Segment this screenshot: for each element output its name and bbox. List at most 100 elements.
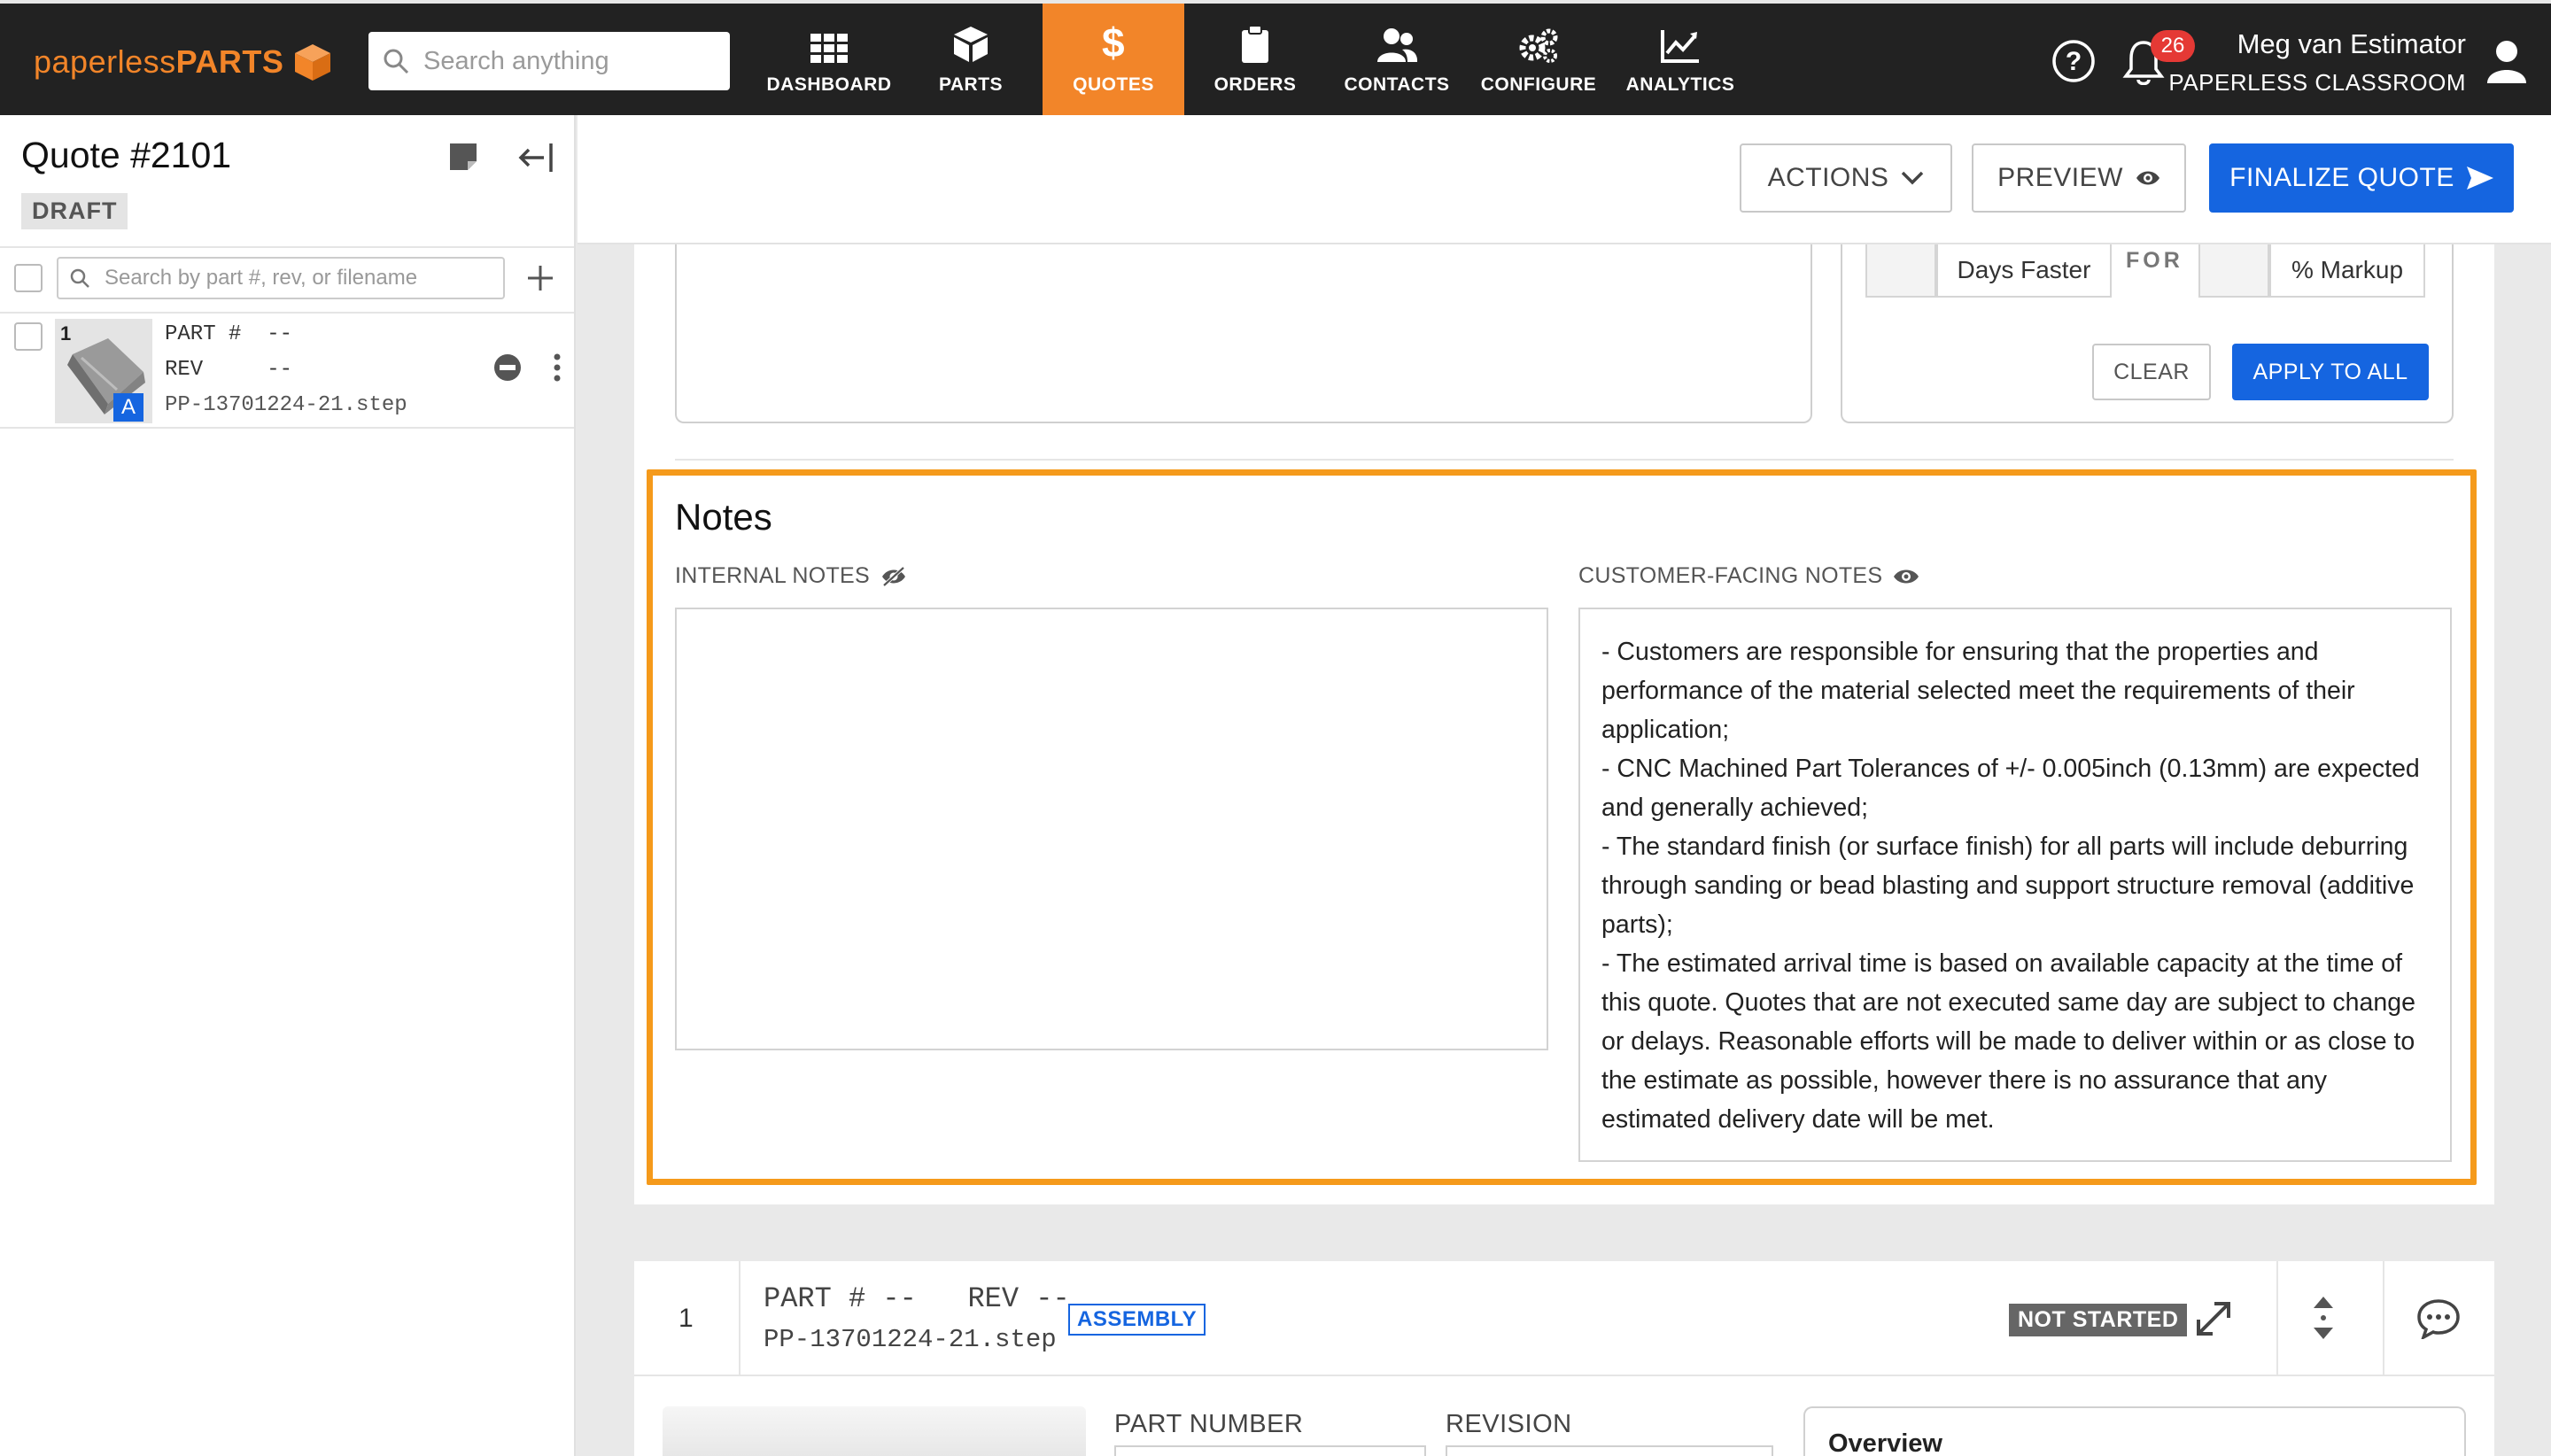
- user-organization: PAPERLESS CLASSROOM: [2168, 69, 2466, 96]
- for-label: FOR: [2126, 248, 2183, 273]
- part-card-rev-value: --: [1035, 1282, 1070, 1315]
- preview-button[interactable]: PREVIEW: [1972, 143, 2186, 213]
- preview-button-label: PREVIEW: [1997, 163, 2123, 192]
- part-number-field-label: PART NUMBER: [1114, 1410, 1304, 1438]
- clipboard-icon: [1242, 25, 1268, 63]
- logo-text: paperless: [34, 43, 176, 80]
- nav-analytics-label: ANALYTICS: [1625, 74, 1735, 95]
- nav-orders-label: ORDERS: [1213, 74, 1297, 95]
- finalize-quote-button[interactable]: FINALIZE QUOTE: [2209, 143, 2514, 213]
- customer-note-line: - The standard finish (or surface finish…: [1601, 833, 2415, 939]
- reorder-icon[interactable]: [2312, 1295, 2335, 1341]
- apply-to-all-button[interactable]: APPLY TO ALL: [2232, 344, 2429, 400]
- svg-text:$: $: [1102, 23, 1125, 64]
- global-search[interactable]: [368, 32, 730, 90]
- send-arrow-icon: [2466, 167, 2493, 190]
- part-search[interactable]: [57, 257, 505, 299]
- part-status-badge: NOT STARTED: [2009, 1304, 2188, 1336]
- collapse-sidebar-icon[interactable]: [517, 140, 554, 175]
- paperless-parts-logo[interactable]: paperless PARTS: [34, 39, 333, 85]
- user-name[interactable]: Meg van Estimator: [2237, 28, 2466, 60]
- add-part-icon[interactable]: [526, 264, 554, 292]
- days-faster-label: Days Faster: [1936, 244, 2112, 298]
- part-menu-icon[interactable]: [551, 352, 563, 383]
- grid-icon: [810, 34, 848, 63]
- part-filename: PP-13701224-21.step: [165, 393, 407, 417]
- customer-notes-label: CUSTOMER-FACING NOTES: [1578, 563, 1919, 589]
- part-card-heading: PART # -- REV --: [764, 1282, 1070, 1315]
- revision-field-label: REVISION: [1446, 1410, 1572, 1438]
- select-all-checkbox[interactable]: [14, 264, 43, 292]
- nav-analytics[interactable]: ANALYTICS: [1609, 4, 1751, 115]
- chart-icon: [1661, 30, 1699, 63]
- cube-icon: [954, 27, 988, 62]
- nav-quotes-label: QUOTES: [1073, 74, 1154, 95]
- part-number-field[interactable]: [1114, 1445, 1426, 1456]
- divider: [2276, 1261, 2278, 1376]
- logo-cube-icon: [295, 44, 331, 81]
- eye-icon: [2136, 171, 2159, 185]
- eye-slash-icon: [881, 566, 905, 586]
- part-list-item[interactable]: 1 A PART # -- REV -- PP-13701224-21.step: [0, 312, 574, 429]
- internal-notes-textarea[interactable]: [675, 608, 1548, 1050]
- people-icon: [1377, 28, 1418, 62]
- customer-notes-label-text: CUSTOMER-FACING NOTES: [1578, 563, 1883, 588]
- part-search-input[interactable]: [105, 266, 494, 290]
- markup-input[interactable]: [2198, 244, 2269, 298]
- search-icon: [384, 49, 409, 74]
- user-avatar-icon[interactable]: [2485, 39, 2528, 85]
- internal-notes-label: INTERNAL NOTES: [675, 563, 907, 589]
- nav-quotes[interactable]: $ QUOTES: [1043, 4, 1184, 115]
- markup-label: % Markup: [2269, 244, 2425, 298]
- comment-icon[interactable]: [2416, 1298, 2461, 1339]
- search-icon: [70, 268, 89, 288]
- svg-text:?: ?: [2066, 47, 2082, 76]
- remove-part-icon[interactable]: [492, 352, 523, 383]
- actions-button-label: ACTIONS: [1767, 163, 1889, 192]
- part-index: 1: [60, 322, 72, 345]
- clear-button[interactable]: CLEAR: [2092, 344, 2211, 400]
- expand-icon[interactable]: [2193, 1298, 2234, 1339]
- sticky-note-icon[interactable]: [448, 142, 478, 172]
- nav-parts-label: PARTS: [938, 74, 1004, 95]
- actions-button[interactable]: ACTIONS: [1740, 143, 1952, 213]
- notification-count-badge: 26: [2151, 30, 2195, 62]
- internal-notes-label-text: INTERNAL NOTES: [675, 563, 870, 588]
- nav-configure-label: CONFIGURE: [1480, 74, 1597, 95]
- divider: [739, 1261, 740, 1376]
- days-faster-input[interactable]: [1865, 244, 1936, 298]
- part-number-label: PART #: [165, 322, 242, 346]
- customer-note-line: - The estimated arrival time is based on…: [1601, 949, 2415, 1134]
- rev-value: --: [267, 358, 293, 382]
- nav-dashboard-label: DASHBOARD: [766, 74, 892, 95]
- part-number-line: PART # --: [165, 322, 292, 346]
- part-card-rev-label: REV: [967, 1282, 1020, 1315]
- help-icon[interactable]: ?: [2051, 39, 2096, 83]
- tab-overview[interactable]: Overview: [1803, 1406, 2466, 1456]
- part-card-part-label: PART #: [764, 1282, 866, 1315]
- nav-dashboard[interactable]: DASHBOARD: [758, 4, 900, 115]
- part-preview-image: [663, 1406, 1086, 1456]
- previous-section-textbox[interactable]: [675, 244, 1812, 423]
- divider: [0, 246, 574, 248]
- rev-label: REV: [165, 358, 204, 382]
- part-number-value: --: [267, 322, 293, 346]
- section-divider: [675, 459, 2454, 461]
- customer-notes-textarea[interactable]: - Customers are responsible for ensuring…: [1578, 608, 2452, 1162]
- top-navigation-bar: paperlessPARTS DASHBOARD PARTS $ QUOTES …: [0, 0, 2551, 115]
- finalize-quote-label: FINALIZE QUOTE: [2229, 163, 2454, 192]
- quote-title: Quote #2101: [21, 135, 232, 175]
- global-search-input[interactable]: [423, 46, 707, 76]
- nav-contacts[interactable]: CONTACTS: [1326, 4, 1468, 115]
- part-checkbox[interactable]: [14, 322, 43, 351]
- rev-line: REV --: [165, 358, 292, 382]
- quote-header-bar: ACTIONS PREVIEW FINALIZE QUOTE: [578, 115, 2551, 244]
- chevron-down-icon: [1902, 171, 1924, 185]
- dollar-icon: $: [1102, 23, 1125, 64]
- revision-field[interactable]: [1446, 1445, 1773, 1456]
- nav-parts[interactable]: PARTS: [900, 4, 1042, 115]
- quote-sidebar: Quote #2101 DRAFT 1 A PART # -- REV -- P…: [0, 115, 576, 1456]
- nav-orders[interactable]: ORDERS: [1184, 4, 1326, 115]
- customer-note-line: - Customers are responsible for ensuring…: [1601, 638, 2355, 744]
- nav-configure[interactable]: CONFIGURE: [1468, 4, 1609, 115]
